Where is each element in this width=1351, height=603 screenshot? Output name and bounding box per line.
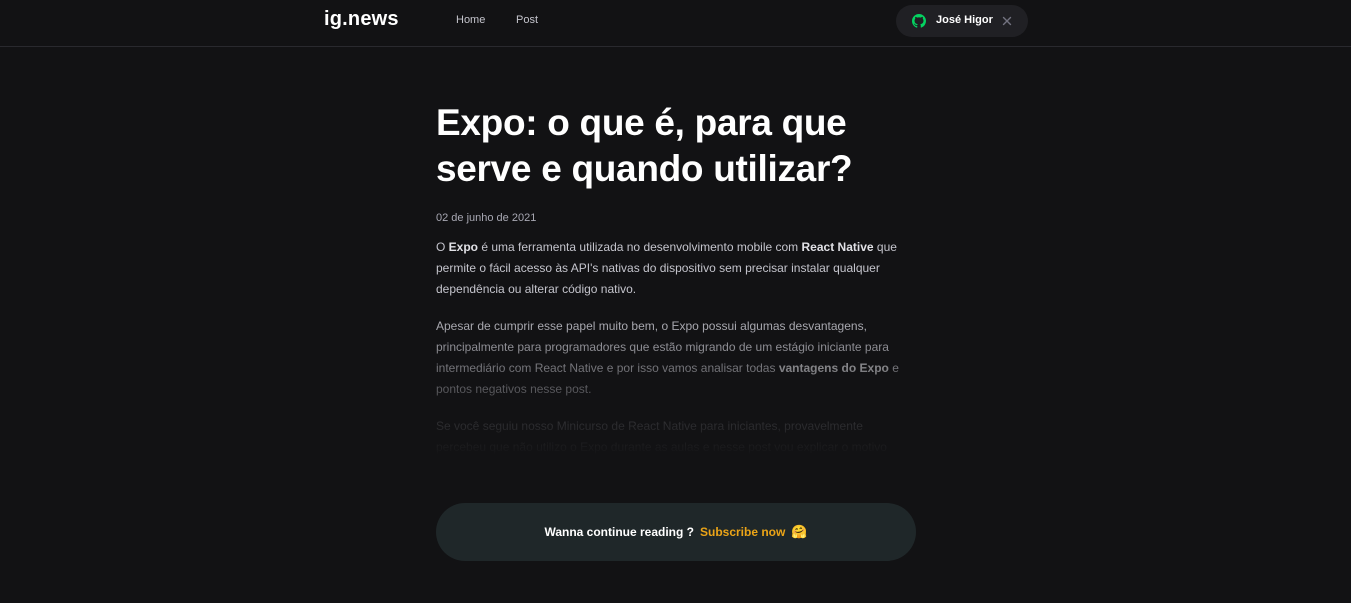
post-date: 02 de junho de 2021 <box>436 212 537 224</box>
logo[interactable]: ig.news <box>324 8 399 31</box>
user-name: José Higor <box>936 14 993 26</box>
post-content-preview: O Expo é uma ferramenta utilizada no des… <box>436 237 916 457</box>
continue-reading-banner: Wanna continue reading ? Subscribe now 🤗 <box>436 503 916 561</box>
subscribe-now-link[interactable]: Subscribe now <box>700 525 785 539</box>
hugging-face-emoji-icon: 🤗 <box>791 524 808 540</box>
paragraph-text: Se você seguiu nosso Minicurso de React … <box>436 419 887 454</box>
paragraph-text: é uma ferramenta utilizada no desenvolvi… <box>478 240 802 254</box>
bold-text: vantagens do Expo <box>778 361 889 375</box>
close-icon[interactable] <box>1000 14 1014 28</box>
bold-text: React Native <box>801 240 874 254</box>
post-title: Expo: o que é, para que serve e quando u… <box>436 102 853 189</box>
top-header: ig.news Home Post José Higor <box>0 0 1351 47</box>
paragraph: Se você seguiu nosso Minicurso de React … <box>436 416 916 457</box>
bold-text: Expo <box>448 240 479 254</box>
paragraph: O Expo é uma ferramenta utilizada no des… <box>436 237 916 300</box>
sign-out-button[interactable]: José Higor <box>896 5 1028 37</box>
nav-post-link[interactable]: Post <box>516 14 538 26</box>
paragraph-text: O <box>436 240 449 254</box>
paragraph: Apesar de cumprir esse papel muito bem, … <box>436 316 916 400</box>
nav-home-link[interactable]: Home <box>456 14 485 26</box>
continue-reading-text: Wanna continue reading ? <box>544 525 694 539</box>
post-article: Expo: o que é, para que serve e quando u… <box>436 100 916 224</box>
github-icon <box>912 14 926 28</box>
